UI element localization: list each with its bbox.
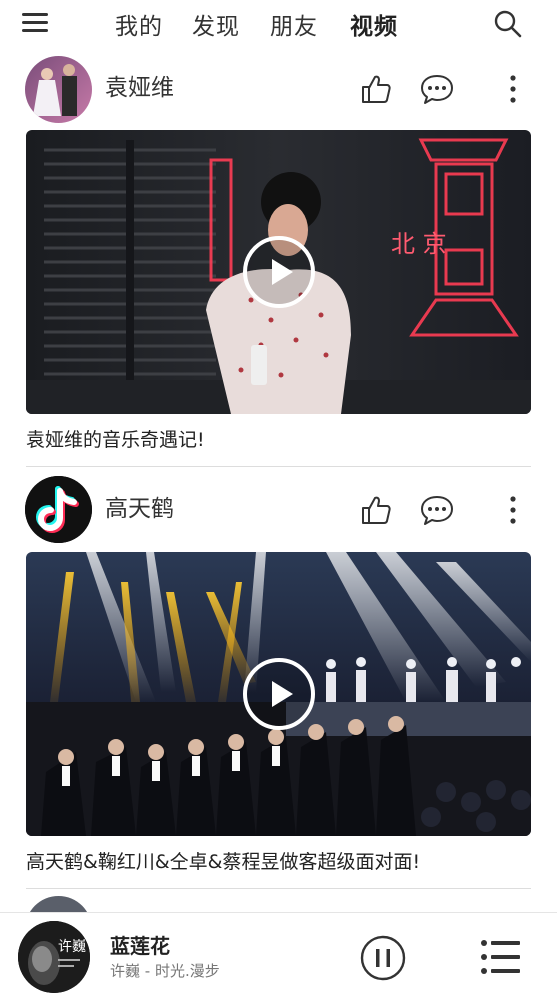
- divider: [26, 888, 531, 889]
- comment-bubble-icon[interactable]: [420, 494, 454, 526]
- author-name[interactable]: 袁娅维: [105, 73, 174, 103]
- tab-mine[interactable]: 我的: [115, 10, 163, 44]
- playlist-icon[interactable]: [480, 939, 520, 975]
- video-thumbnail[interactable]: [26, 552, 531, 836]
- video-card: 高天鹤 高天鹤&鞠红川&仝卓&蔡程昱做客超级面对面!: [0, 476, 557, 890]
- song-artist: 许巍 - 时光.漫步: [110, 962, 220, 980]
- avatar[interactable]: [25, 56, 92, 123]
- play-circle-icon[interactable]: [242, 657, 316, 731]
- neon-sign-text: 北 京: [391, 230, 447, 258]
- divider: [26, 466, 531, 467]
- avatar[interactable]: [25, 476, 92, 543]
- now-playing-bar[interactable]: 许巍 蓝莲花 许巍 - 时光.漫步: [0, 912, 557, 1000]
- video-title[interactable]: 高天鹤&鞠红川&仝卓&蔡程昱做客超级面对面!: [26, 849, 420, 875]
- album-cover-text: 许巍: [58, 939, 86, 955]
- hamburger-menu-icon[interactable]: [22, 12, 50, 34]
- comment-bubble-icon[interactable]: [420, 73, 454, 105]
- song-title[interactable]: 蓝莲花: [110, 933, 170, 959]
- tab-video[interactable]: 视频: [350, 10, 398, 44]
- top-tabs: 我的 发现 朋友 视频: [115, 10, 398, 44]
- tiktok-logo-icon: [25, 476, 92, 543]
- avatar-image: [25, 56, 92, 123]
- author-name[interactable]: 高天鹤: [105, 494, 174, 524]
- album-cover-image: 许巍: [18, 921, 90, 993]
- top-navigation-bar: 我的 发现 朋友 视频: [0, 0, 557, 56]
- tab-discover[interactable]: 发现: [192, 10, 240, 44]
- pause-circle-icon[interactable]: [360, 935, 406, 981]
- video-title[interactable]: 袁娅维的音乐奇遇记!: [26, 427, 205, 453]
- play-circle-icon[interactable]: [242, 235, 316, 309]
- tab-friends[interactable]: 朋友: [270, 10, 318, 44]
- album-cover[interactable]: 许巍: [18, 921, 90, 993]
- more-vertical-icon[interactable]: [503, 73, 523, 105]
- search-icon[interactable]: [494, 10, 522, 38]
- thumbs-up-icon[interactable]: [360, 494, 392, 526]
- thumbs-up-icon[interactable]: [360, 73, 392, 105]
- video-card: 袁娅维 北 京 袁娅维的音乐奇遇记!: [0, 56, 557, 468]
- video-thumbnail[interactable]: 北 京: [26, 130, 531, 414]
- more-vertical-icon[interactable]: [503, 494, 523, 526]
